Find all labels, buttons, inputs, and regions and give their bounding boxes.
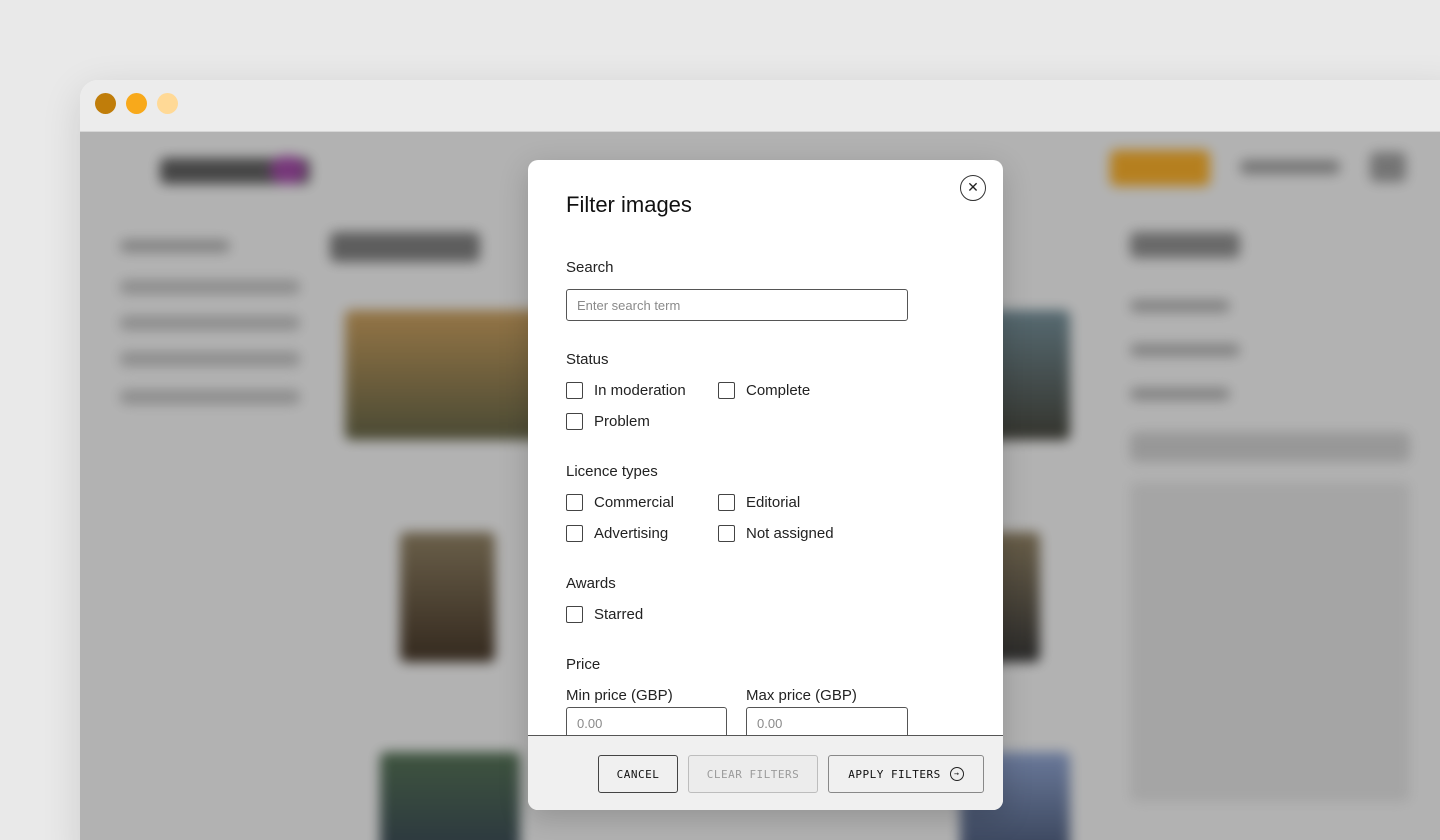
minimize-window-dot[interactable] <box>126 93 147 114</box>
screen: ✕ Filter images Search Status In moderat… <box>0 0 1440 840</box>
checkbox-complete[interactable]: Complete <box>718 382 810 399</box>
checkbox-advertising[interactable]: Advertising <box>566 525 668 542</box>
checkbox-starred[interactable]: Starred <box>566 606 643 623</box>
maximize-window-dot[interactable] <box>157 93 178 114</box>
checkbox-commercial[interactable]: Commercial <box>566 494 674 511</box>
close-icon: ✕ <box>967 180 979 196</box>
checkbox-problem[interactable]: Problem <box>566 413 650 430</box>
max-price-input[interactable] <box>746 707 908 735</box>
checkbox-box[interactable] <box>566 382 583 399</box>
licence-types-label: Licence types <box>566 463 658 480</box>
checkbox-box[interactable] <box>566 494 583 511</box>
checkbox-label: Editorial <box>746 494 801 511</box>
clear-filters-button[interactable]: CLEAR FILTERS <box>688 755 818 793</box>
checkbox-label: Commercial <box>594 494 675 511</box>
filter-images-modal: ✕ Filter images Search Status In moderat… <box>528 160 1003 810</box>
close-modal-button[interactable]: ✕ <box>960 175 986 201</box>
price-label: Price <box>566 656 601 673</box>
checkbox-label: Complete <box>746 382 811 399</box>
checkbox-label: Starred <box>594 606 644 623</box>
cancel-button[interactable]: CANCEL <box>598 755 678 793</box>
checkbox-box[interactable] <box>718 382 735 399</box>
modal-title: Filter images <box>566 192 692 217</box>
arrow-right-circle-icon: → <box>949 767 964 781</box>
checkbox-in-moderation[interactable]: In moderation <box>566 382 686 399</box>
awards-label: Awards <box>566 575 616 592</box>
apply-filters-label: APPLY FILTERS <box>848 767 941 781</box>
checkbox-label: Not assigned <box>746 525 834 542</box>
modal-footer: CANCEL CLEAR FILTERS APPLY FILTERS → <box>528 735 1003 810</box>
max-price-label: Max price (GBP) <box>746 687 857 704</box>
checkbox-label: In moderation <box>594 382 686 399</box>
status-label: Status <box>566 351 609 368</box>
min-price-label: Min price (GBP) <box>566 687 673 704</box>
min-price-input[interactable] <box>566 707 727 735</box>
checkbox-box[interactable] <box>718 525 735 542</box>
checkbox-editorial[interactable]: Editorial <box>718 494 800 511</box>
modal-body: ✕ Filter images Search Status In moderat… <box>528 160 1003 735</box>
checkbox-box[interactable] <box>566 606 583 623</box>
checkbox-not-assigned[interactable]: Not assigned <box>718 525 834 542</box>
close-window-dot[interactable] <box>95 93 116 114</box>
checkbox-box[interactable] <box>718 494 735 511</box>
search-label: Search <box>566 259 614 276</box>
apply-filters-button[interactable]: APPLY FILTERS → <box>828 755 984 793</box>
checkbox-box[interactable] <box>566 525 583 542</box>
checkbox-label: Problem <box>594 413 650 430</box>
search-input[interactable] <box>566 289 908 321</box>
checkbox-box[interactable] <box>566 413 583 430</box>
window-titlebar <box>80 80 1440 132</box>
checkbox-label: Advertising <box>594 525 669 542</box>
